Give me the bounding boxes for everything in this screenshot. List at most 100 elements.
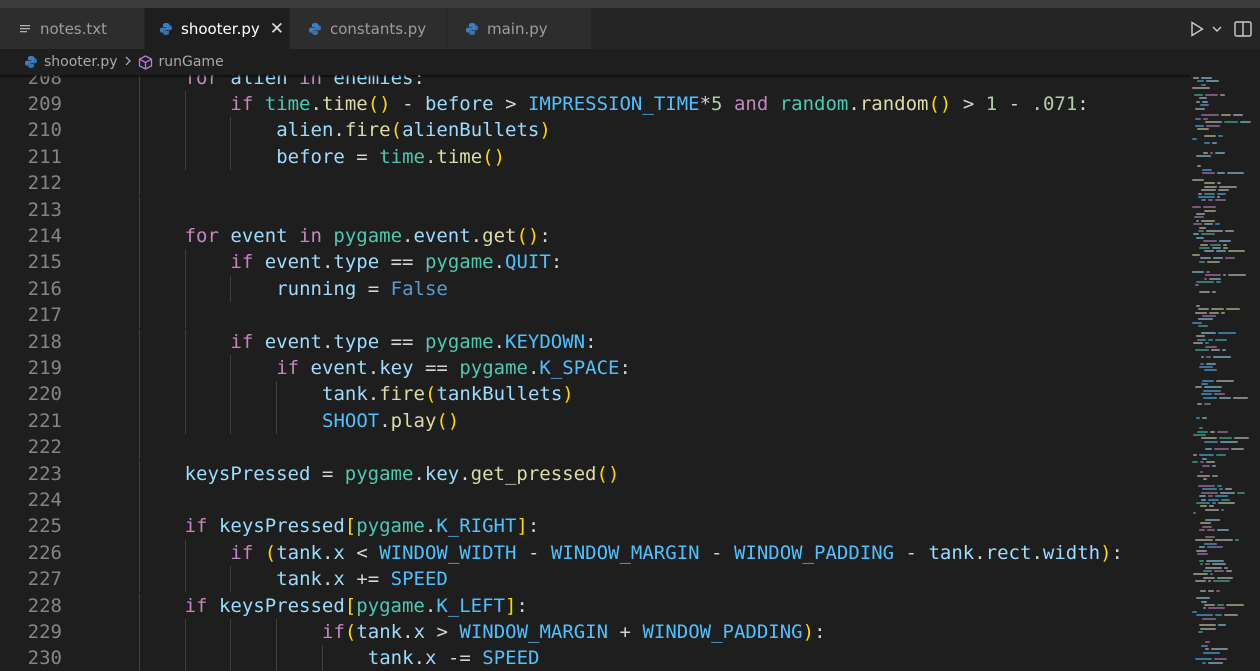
- minimap-stroke: [1194, 94, 1203, 96]
- minimap-stroke: [1200, 563, 1203, 566]
- minimap-stroke: [1203, 478, 1207, 481]
- code-line[interactable]: 210 alien.fire(alienBullets): [0, 117, 1190, 143]
- tab-main-py[interactable]: main.py: [447, 8, 591, 49]
- run-icon[interactable]: [1186, 17, 1208, 41]
- minimap-stroke: [1203, 117, 1208, 120]
- minimap-stroke: [1210, 243, 1221, 246]
- code-line[interactable]: 217: [0, 302, 1190, 328]
- minimap-stroke: [1201, 437, 1217, 440]
- minimap-stroke: [1213, 580, 1230, 583]
- indent-guide: [138, 513, 140, 540]
- line-number: 209: [27, 92, 62, 115]
- minimap-stroke: [1202, 661, 1206, 664]
- code-line[interactable]: 227 tank.x += SPEED: [0, 566, 1190, 592]
- minimap-stroke: [1199, 260, 1205, 263]
- minimap-stroke: [1195, 349, 1209, 351]
- minimap-stroke: [1215, 199, 1226, 202]
- minimap-stroke: [1195, 284, 1199, 287]
- minimap-stroke: [1212, 291, 1216, 294]
- minimap-stroke: [1211, 648, 1228, 651]
- minimap-stroke: [1204, 440, 1218, 443]
- minimap[interactable]: [1190, 75, 1260, 671]
- minimap-stroke: [1206, 559, 1224, 562]
- code-line[interactable]: 230 tank.x -= SPEED: [0, 645, 1190, 671]
- minimap-stroke: [1205, 648, 1209, 651]
- python-icon: [465, 22, 479, 36]
- minimap-stroke: [1201, 219, 1215, 222]
- minimap-stroke: [1201, 199, 1206, 202]
- minimap-stroke: [1220, 94, 1225, 96]
- code-line[interactable]: 224: [0, 487, 1190, 513]
- code-line[interactable]: 218 if event.type == pygame.KEYDOWN:: [0, 329, 1190, 355]
- minimap-stroke: [1219, 488, 1223, 491]
- indent-guide: [276, 618, 278, 646]
- split-editor-icon[interactable]: [1226, 17, 1260, 41]
- line-number: 211: [27, 145, 62, 168]
- minimap-stroke: [1193, 223, 1202, 226]
- minimap-stroke: [1219, 437, 1232, 440]
- code-text: if time.time() - before > IMPRESSION_TIM…: [230, 92, 1089, 115]
- code-text: alien.fire(alienBullets): [276, 119, 551, 142]
- code-editor[interactable]: 208 for alien in enemies: 209 if time.time(…: [0, 75, 1190, 671]
- tab-notes-txt[interactable]: notes.txt: [0, 8, 144, 49]
- minimap-stroke: [1204, 403, 1211, 406]
- code-line[interactable]: 226 if (tank.x < WINDOW_WIDTH - WINDOW_MA…: [0, 540, 1190, 566]
- tab-shooter-py[interactable]: shooter.py ✕: [145, 8, 289, 49]
- minimap-stroke: [1193, 512, 1196, 515]
- chevron-down-icon[interactable]: [1208, 17, 1226, 41]
- minimap-stroke: [1201, 383, 1208, 385]
- line-number: 229: [27, 620, 62, 643]
- code-line[interactable]: 221 SHOOT.play(): [0, 408, 1190, 434]
- code-line[interactable]: 228 if keysPressed[pygame.K_LEFT]:: [0, 593, 1190, 619]
- tab-bar: notes.txt shooter.py ✕ constants.py main…: [0, 8, 1260, 49]
- minimap-stroke: [1208, 607, 1225, 610]
- minimap-stroke: [1204, 542, 1217, 545]
- breadcrumb-file[interactable]: shooter.py: [44, 54, 118, 70]
- minimap-stroke: [1199, 624, 1216, 627]
- minimap-stroke: [1217, 576, 1233, 579]
- line-number: 213: [27, 198, 62, 221]
- close-icon[interactable]: ✕: [270, 19, 284, 39]
- line-number: 221: [27, 409, 62, 432]
- code-line[interactable]: 216 running = False: [0, 276, 1190, 302]
- minimap-stroke: [1219, 396, 1231, 399]
- code-line[interactable]: 225 if keysPressed[pygame.K_RIGHT]:: [0, 513, 1190, 539]
- code-text: running = False: [276, 277, 448, 300]
- code-line[interactable]: 214 for event in pygame.event.get():: [0, 223, 1190, 249]
- minimap-stroke: [1212, 464, 1216, 467]
- code-line[interactable]: 222: [0, 434, 1190, 460]
- code-line[interactable]: 215 if event.type == pygame.QUIT:: [0, 249, 1190, 275]
- minimap-stroke: [1205, 519, 1220, 521]
- minimap-stroke: [1203, 396, 1217, 399]
- minimap-stroke: [1202, 315, 1216, 317]
- minimap-stroke: [1218, 189, 1229, 192]
- minimap-stroke: [1200, 362, 1204, 365]
- minimap-stroke: [1192, 321, 1202, 324]
- minimap-stroke: [1204, 386, 1222, 389]
- indent-guide: [138, 328, 140, 355]
- indent-guide: [184, 275, 186, 303]
- minimap-stroke: [1215, 614, 1222, 617]
- minimap-stroke: [1226, 308, 1240, 311]
- code-line[interactable]: 229 if(tank.x > WINDOW_MARGIN + WINDOW_PA…: [0, 619, 1190, 645]
- code-line[interactable]: 220 tank.fire(tankBullets): [0, 381, 1190, 407]
- breadcrumb-symbol[interactable]: runGame: [159, 54, 224, 70]
- minimap-stroke: [1206, 461, 1215, 464]
- code-line[interactable]: 209 if time.time() - before > IMPRESSION_…: [0, 91, 1190, 117]
- minimap-stroke: [1222, 349, 1226, 351]
- code-line[interactable]: 213: [0, 197, 1190, 223]
- minimap-stroke: [1193, 342, 1203, 345]
- indent-guide: [138, 618, 140, 646]
- minimap-stroke: [1200, 104, 1209, 107]
- line-number: 212: [27, 172, 62, 195]
- code-text: before = time.time(): [276, 145, 506, 168]
- minimap-stroke: [1208, 498, 1219, 501]
- indent-guide: [138, 566, 140, 593]
- code-line[interactable]: 212: [0, 170, 1190, 196]
- tab-constants-py[interactable]: constants.py: [290, 8, 446, 49]
- indent-guide: [138, 592, 140, 619]
- minimap-stroke: [1202, 168, 1212, 171]
- code-line[interactable]: 211 before = time.time(): [0, 144, 1190, 170]
- code-line[interactable]: 223 keysPressed = pygame.key.get_pressed(…: [0, 461, 1190, 487]
- code-line[interactable]: 219 if event.key == pygame.K_SPACE:: [0, 355, 1190, 381]
